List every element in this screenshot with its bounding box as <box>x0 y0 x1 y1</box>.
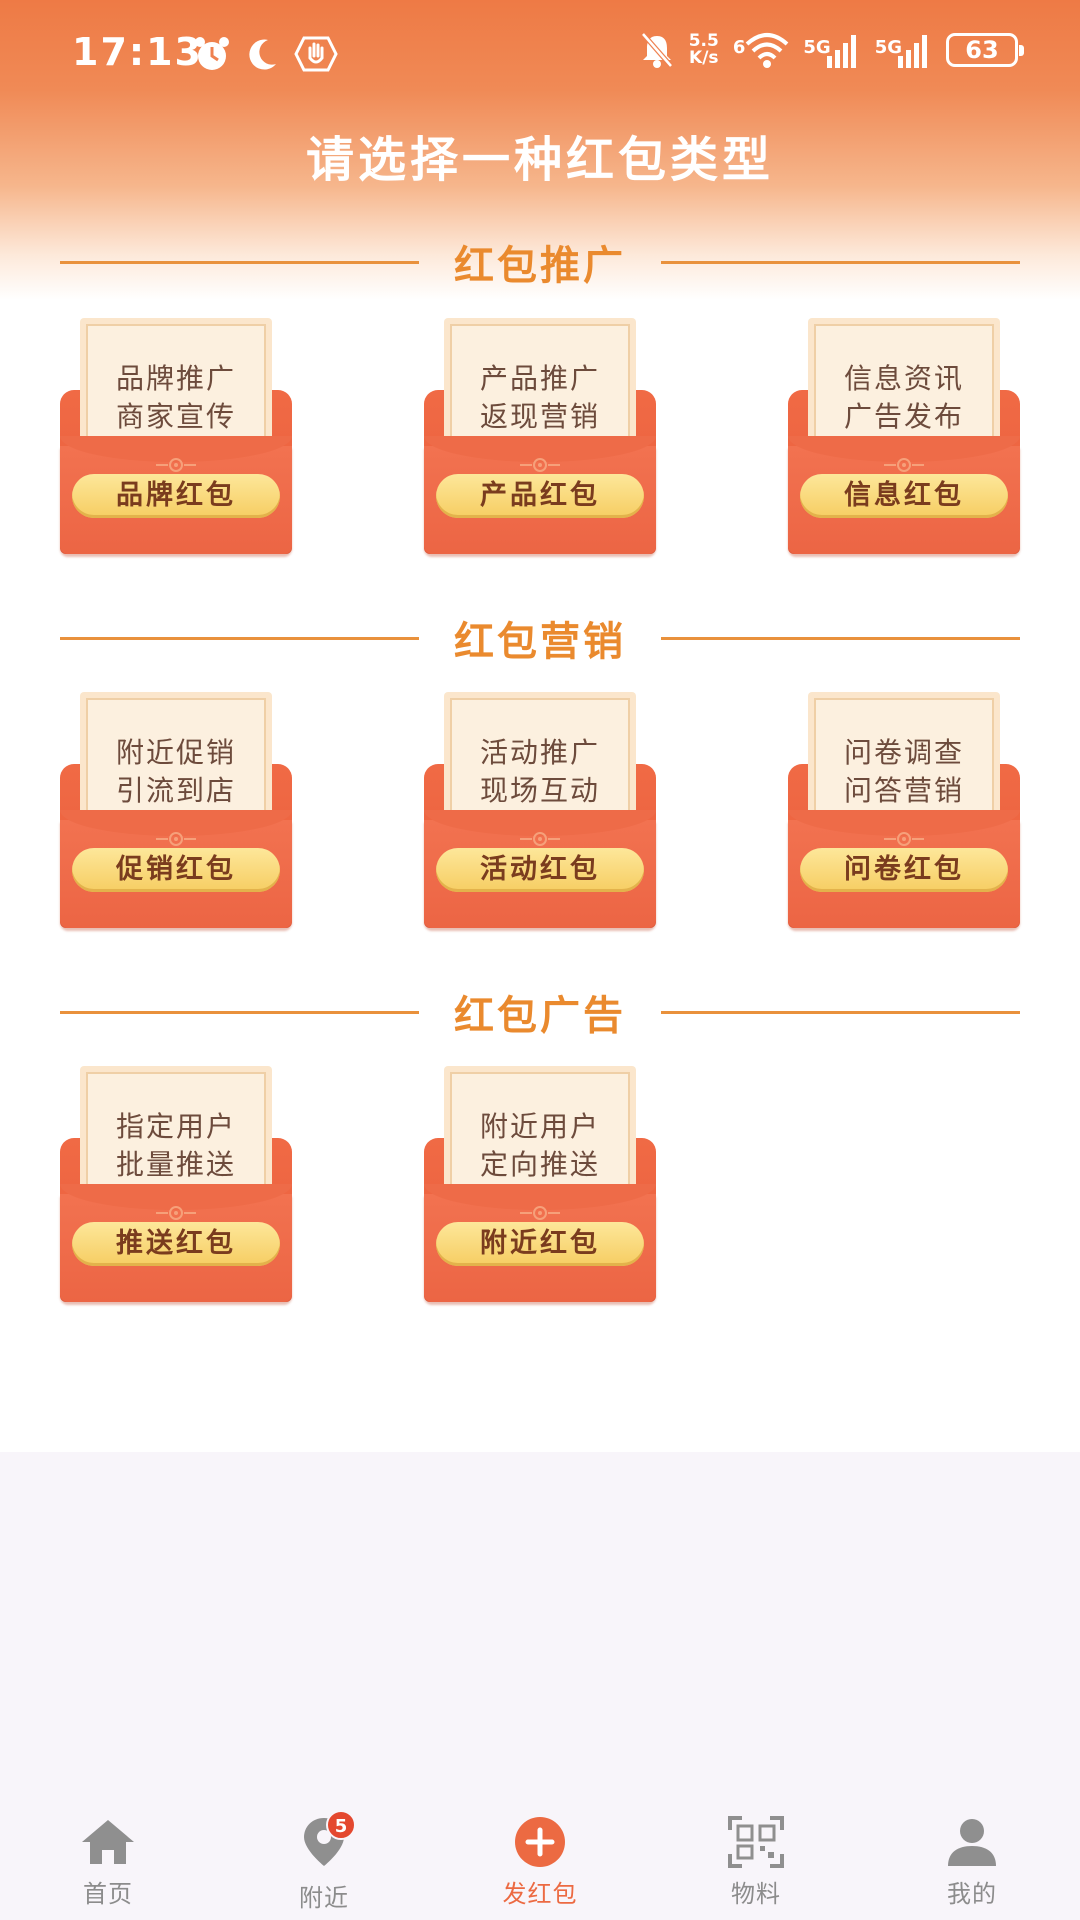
card-line-2: 商家宣传 <box>115 400 236 433</box>
wifi-badge: 6 <box>732 37 746 58</box>
sim2-label: 5G <box>874 37 902 58</box>
coin-ornament-icon <box>884 832 924 846</box>
sim1-label: 5G <box>803 37 831 58</box>
envelope-card-survey[interactable]: 问卷调查 问答营销 问卷红包 <box>788 692 1020 928</box>
section-title: 红包营销 <box>454 619 626 665</box>
coin-ornament-icon <box>520 458 560 472</box>
network-speed-unit: K/s <box>689 48 719 68</box>
hand-shield-icon <box>294 36 338 72</box>
wifi-icon <box>746 33 789 68</box>
card-line-2: 问答营销 <box>843 774 964 807</box>
network-speed: 5.5 K/s <box>689 33 719 67</box>
event-redpacket-button[interactable]: 活动红包 <box>436 848 644 892</box>
qr-code-icon <box>728 1816 784 1868</box>
section-title: 红包推广 <box>454 243 626 289</box>
card-line-1: 指定用户 <box>115 1110 236 1143</box>
nav-icon-wrap: 5 <box>294 1810 356 1872</box>
section-header-ads: 红包广告 <box>60 982 1020 1042</box>
nav-item-nearby[interactable]: 5 附近 <box>216 1800 432 1920</box>
envelope-card-push[interactable]: 指定用户 批量推送 推送红包 <box>60 1066 292 1302</box>
sim2-signal: 5G <box>875 30 932 70</box>
survey-redpacket-button[interactable]: 问卷红包 <box>800 848 1008 892</box>
section-header-promotion: 红包推广 <box>60 232 1020 292</box>
moon-icon <box>249 39 276 70</box>
envelope-card-info[interactable]: 信息资讯 广告发布 信息红包 <box>788 318 1020 554</box>
coin-ornament-icon <box>520 1206 560 1220</box>
status-time: 17:13 <box>72 30 203 74</box>
nav-label: 附近 <box>299 1884 349 1912</box>
nav-item-profile[interactable]: 我的 <box>864 1800 1080 1920</box>
nav-label: 物料 <box>731 1880 781 1908</box>
wifi-status: 6 <box>733 30 790 70</box>
nav-item-send-redpacket[interactable]: 发红包 <box>432 1800 648 1920</box>
card-line-2: 定向推送 <box>479 1148 600 1181</box>
divider-line <box>60 636 419 640</box>
card-line-1: 附近促销 <box>115 736 236 769</box>
divider-line <box>661 636 1020 640</box>
card-line-1: 信息资讯 <box>843 362 964 395</box>
card-line-1: 问卷调查 <box>843 736 964 769</box>
divider-line <box>661 1010 1020 1014</box>
envelope-card-nearby[interactable]: 附近用户 定向推送 附近红包 <box>424 1066 656 1302</box>
card-line-2: 引流到店 <box>115 774 236 807</box>
product-redpacket-button[interactable]: 产品红包 <box>436 474 644 518</box>
nav-label: 首页 <box>83 1880 133 1908</box>
nav-label: 我的 <box>947 1880 997 1908</box>
nav-label: 发红包 <box>502 1880 578 1908</box>
envelope-card-promo[interactable]: 附近促销 引流到店 促销红包 <box>60 692 292 928</box>
status-right-icons: 5.5 K/s 6 5G 5G 63 <box>639 30 1024 70</box>
envelope-card-event[interactable]: 活动推广 现场互动 活动红包 <box>424 692 656 928</box>
home-icon <box>82 1820 134 1864</box>
section-header-marketing: 红包营销 <box>60 608 1020 668</box>
divider-line <box>60 260 419 264</box>
page-title: 请选择一种红包类型 <box>305 132 774 188</box>
alarm-icon <box>195 37 229 70</box>
push-redpacket-button[interactable]: 推送红包 <box>72 1222 280 1266</box>
battery-indicator: 63 <box>946 33 1024 67</box>
coin-ornament-icon <box>884 458 924 472</box>
section-title: 红包广告 <box>454 993 626 1039</box>
divider-line <box>661 260 1020 264</box>
coin-ornament-icon <box>520 832 560 846</box>
brand-redpacket-button[interactable]: 品牌红包 <box>72 474 280 518</box>
envelope-card-brand[interactable]: 品牌推广 商家宣传 品牌红包 <box>60 318 292 554</box>
status-left-icons <box>192 34 338 74</box>
card-line-2: 返现营销 <box>479 400 600 433</box>
coin-ornament-icon <box>156 832 196 846</box>
user-icon <box>948 1819 996 1866</box>
envelope-card-product[interactable]: 产品推广 返现营销 产品红包 <box>424 318 656 554</box>
card-line-2: 批量推送 <box>115 1148 236 1181</box>
card-line-2: 现场互动 <box>479 774 600 807</box>
nearby-redpacket-button[interactable]: 附近红包 <box>436 1222 644 1266</box>
card-line-2: 广告发布 <box>843 400 964 433</box>
card-line-1: 活动推广 <box>479 736 600 769</box>
promo-redpacket-button[interactable]: 促销红包 <box>72 848 280 892</box>
nav-item-materials[interactable]: 物料 <box>648 1800 864 1920</box>
app-screen: 17:13 5.5 K/s 6 5G 5G 63 请选择一种红包类型 红包推广 … <box>0 0 1080 1920</box>
bottom-nav: 首页 5 附近 发红包 物料 我的 <box>0 1800 1080 1920</box>
battery-level: 63 <box>965 36 999 64</box>
sim1-signal: 5G <box>803 30 860 70</box>
info-redpacket-button[interactable]: 信息红包 <box>800 474 1008 518</box>
card-line-1: 品牌推广 <box>115 362 236 395</box>
card-line-1: 附近用户 <box>479 1110 600 1143</box>
bell-muted-icon <box>640 32 673 68</box>
card-line-1: 产品推广 <box>479 362 600 395</box>
nav-item-home[interactable]: 首页 <box>0 1800 216 1920</box>
notification-badge: 5 <box>326 1810 356 1840</box>
coin-ornament-icon <box>156 458 196 472</box>
status-bar: 17:13 5.5 K/s 6 5G 5G 63 <box>0 0 1080 104</box>
divider-line <box>60 1010 419 1014</box>
coin-ornament-icon <box>156 1206 196 1220</box>
plus-circle-icon <box>515 1817 565 1867</box>
